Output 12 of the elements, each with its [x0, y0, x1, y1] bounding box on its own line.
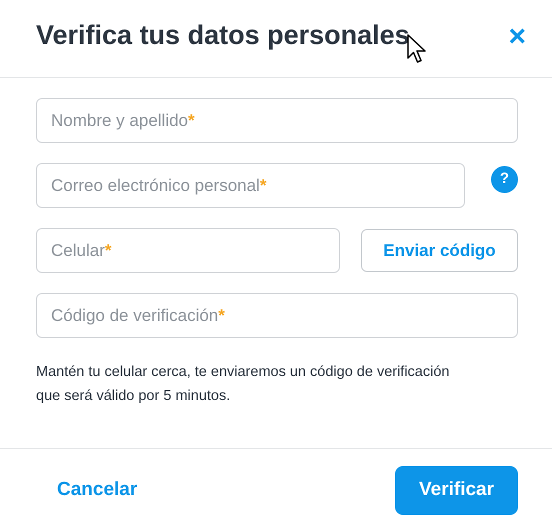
- send-code-button[interactable]: Enviar código: [361, 229, 518, 272]
- close-button[interactable]: ×: [508, 22, 526, 52]
- help-icon[interactable]: ?: [491, 166, 518, 193]
- input-field[interactable]: Correo electrónico personal*: [36, 163, 465, 208]
- verify-button[interactable]: Verificar: [395, 466, 518, 515]
- input-field[interactable]: Nombre y apellido*: [36, 98, 518, 143]
- dialog-title: Verifica tus datos personales: [36, 19, 410, 52]
- cancel-button[interactable]: Cancelar: [57, 476, 138, 505]
- input-field[interactable]: Código de verificación*: [36, 293, 518, 338]
- input-field[interactable]: Celular*: [36, 228, 340, 273]
- cursor-icon: [407, 34, 427, 64]
- info-text: Mantén tu celular cerca, te enviaremos un código de verificación que será válido por 5 minutos.: [35, 363, 450, 406]
